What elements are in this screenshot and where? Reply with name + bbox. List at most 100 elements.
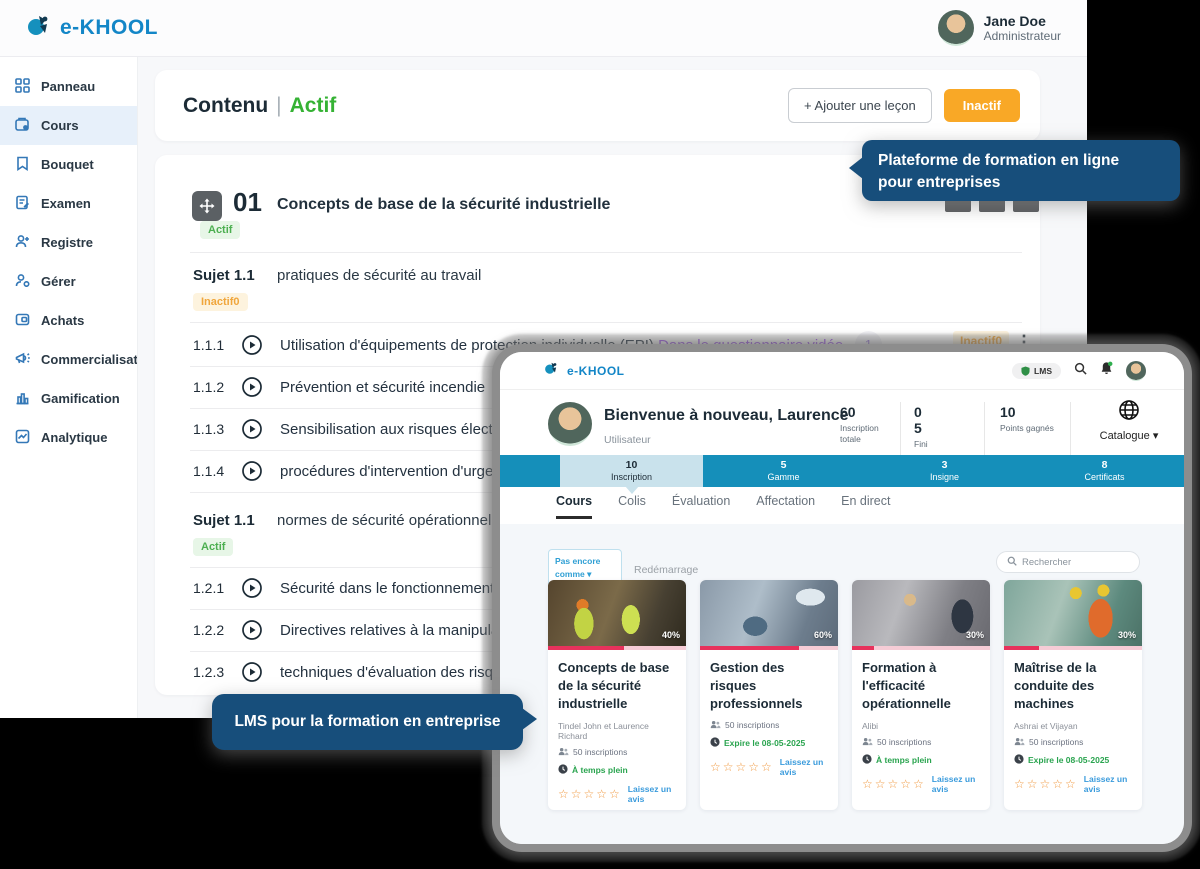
restart-filter[interactable]: Redémarrage — [634, 564, 698, 576]
course-schedule: Expire le 08-05-2025 — [724, 737, 806, 748]
row-number: 1.1.4 — [193, 463, 225, 479]
course-card[interactable]: 60% Gestion des risques professionnels 5… — [700, 580, 838, 810]
sidebar-item-commercialisation[interactable]: Commercialisati — [0, 340, 137, 379]
row-number: 1.2.3 — [193, 664, 225, 680]
user-avatar[interactable] — [937, 10, 974, 46]
content-header: Contenu | Actif + Ajouter une leçon Inacti… — [155, 70, 1040, 141]
sidebar-item-label: Cours — [41, 118, 79, 133]
add-lesson-button[interactable]: + Ajouter une leçon — [788, 88, 932, 123]
segment-certificats[interactable]: 8 Certificats — [1025, 455, 1184, 487]
star-rating[interactable]: ☆☆☆☆☆ — [558, 787, 622, 801]
course-title: Maîtrise de la conduite des machines — [1014, 660, 1097, 712]
course-thumbnail: 30% — [1004, 580, 1142, 646]
sidebar-item-gamification[interactable]: Gamification — [0, 379, 137, 418]
sidebar-item-label: Examen — [41, 196, 91, 211]
play-icon[interactable] — [241, 376, 263, 403]
star-rating[interactable]: ☆☆☆☆☆ — [862, 777, 926, 791]
leave-review-link[interactable]: Laissez un avis — [628, 784, 676, 804]
analytics-icon — [14, 428, 31, 448]
brand-logo: e-KHOOL — [26, 13, 158, 44]
segment-inscription[interactable]: 10 Inscription — [560, 455, 703, 494]
segment-empty — [500, 455, 560, 487]
user-menu[interactable]: Jane Doe Administrateur — [937, 10, 1061, 46]
sidebar-item-gerer[interactable]: Gérer — [0, 262, 137, 301]
dashboard-icon — [14, 77, 31, 97]
progress-segment-bar: 10 Inscription 5 Gamme 3 Insigne 8 Certi… — [500, 455, 1184, 494]
user-add-icon — [14, 233, 31, 253]
clock-icon — [862, 753, 872, 766]
leave-review-link[interactable]: Laissez un avis — [1084, 774, 1132, 794]
sidebar-item-bouquet[interactable]: Bouquet — [0, 145, 137, 184]
course-card[interactable]: 30% Maîtrise de la conduite des machines… — [1004, 580, 1142, 810]
notifications-icon[interactable] — [1100, 361, 1113, 380]
course-author: Tindel John et Laurence Richard — [558, 720, 649, 741]
play-icon[interactable] — [241, 334, 263, 361]
leave-review-link[interactable]: Laissez un avis — [780, 757, 828, 777]
sidebar-item-cours[interactable]: Cours — [0, 106, 137, 145]
subject-status-badge: Inactif0 — [193, 293, 248, 311]
course-enrollments: 50 inscriptions — [725, 720, 780, 731]
search-icon[interactable] — [1074, 362, 1087, 380]
tab-cours[interactable]: Cours — [556, 494, 593, 519]
catalogue-menu[interactable]: Catalogue ▾ — [1084, 398, 1174, 442]
tab-en-direct[interactable]: En direct — [841, 494, 890, 519]
row-title: Sensibilisation aux risques électriqu — [280, 421, 518, 438]
star-rating[interactable]: ☆☆☆☆☆ — [1014, 777, 1078, 791]
progress-percent: 30% — [965, 630, 984, 640]
course-author: Ashrai et Vijayan — [1014, 720, 1078, 731]
sidebar-item-label: Panneau — [41, 79, 96, 94]
course-thumbnail: 60% — [700, 580, 838, 646]
course-schedule: Expire le 08-05-2025 — [1028, 754, 1110, 765]
course-enrollments: 50 inscriptions — [573, 747, 628, 758]
brand-logo-icon — [26, 13, 52, 44]
stat-points: 10 Points gagnés — [1000, 404, 1054, 433]
tab-affectation[interactable]: Affectation — [756, 494, 815, 519]
platform-tooltip: Plateforme de formation en ligne pour en… — [849, 140, 1180, 201]
sidebar-item-label: Bouquet — [41, 157, 94, 172]
welcome-role: Utilisateur — [604, 434, 651, 446]
play-icon[interactable] — [241, 661, 263, 688]
search-input[interactable]: Rechercher — [996, 551, 1140, 573]
sidebar-item-registre[interactable]: Registre — [0, 223, 137, 262]
course-title: Concepts de base de la sécurité industri… — [558, 660, 670, 712]
lesson-number: 01 — [233, 187, 262, 217]
subject-number: Sujet 1.1 — [193, 267, 255, 284]
leave-review-link[interactable]: Laissez un avis — [932, 774, 980, 794]
learner-avatar[interactable] — [1126, 360, 1146, 381]
wallet-icon — [14, 311, 31, 331]
inactive-toggle-button[interactable]: Inactif — [943, 89, 1020, 122]
tab-evaluation[interactable]: Évaluation — [672, 494, 730, 519]
sidebar-item-label: Achats — [41, 313, 85, 328]
topbar: e-KHOOL Jane Doe Administrateur — [0, 0, 1087, 57]
star-rating[interactable]: ☆☆☆☆☆ — [710, 760, 774, 774]
sidebar-item-label: Gamification — [41, 391, 120, 406]
sidebar-item-analytique[interactable]: Analytique — [0, 418, 137, 457]
learner-topbar: e-KHOOL LMS — [500, 352, 1184, 390]
play-icon[interactable] — [241, 619, 263, 646]
people-icon — [1014, 737, 1025, 748]
play-icon[interactable] — [241, 577, 263, 604]
course-card[interactable]: 30% Formation à l'efficacité opérationne… — [852, 580, 990, 810]
sidebar-item-achats[interactable]: Achats — [0, 301, 137, 340]
progress-percent: 60% — [813, 630, 832, 640]
segment-insigne[interactable]: 3 Insigne — [864, 455, 1025, 487]
course-card[interactable]: 40% Concepts de base de la sécurité indu… — [548, 580, 686, 810]
row-number: 1.2.2 — [193, 622, 225, 638]
play-icon[interactable] — [241, 418, 263, 445]
learner-profile-avatar — [548, 402, 592, 446]
segment-gamme[interactable]: 5 Gamme — [703, 455, 864, 487]
progress-percent: 40% — [661, 630, 680, 640]
sidebar-item-panneau[interactable]: Panneau — [0, 67, 137, 106]
play-icon[interactable] — [241, 460, 263, 487]
tab-colis[interactable]: Colis — [618, 494, 646, 519]
lms-mode-pill[interactable]: LMS — [1012, 362, 1061, 379]
row-number: 1.2.1 — [193, 580, 225, 596]
globe-icon — [1117, 400, 1141, 426]
drag-handle-icon[interactable] — [192, 191, 222, 221]
course-enrollments: 50 inscriptions — [877, 737, 932, 748]
clock-icon — [558, 763, 568, 776]
sidebar-item-examen[interactable]: Examen — [0, 184, 137, 223]
course-thumbnail: 40% — [548, 580, 686, 646]
shield-icon — [1021, 366, 1030, 376]
chevron-down-icon: ▾ — [587, 568, 592, 579]
